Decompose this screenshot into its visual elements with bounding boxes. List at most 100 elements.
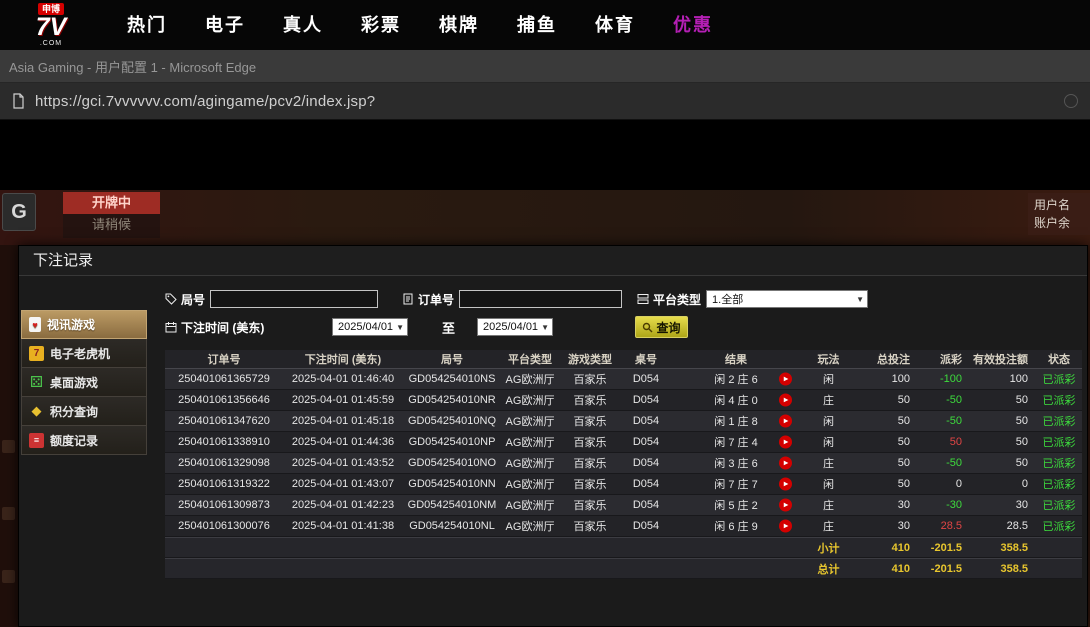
filter-row-2: 下注时间 (美东) 2025/04/01 ▼ 至 202 (165, 316, 1082, 338)
dialog-main: 局号 订单号 (147, 276, 1088, 625)
window-title: Asia Gaming - 用户配置 1 - Microsoft Edge (9, 57, 256, 76)
nav-item-2[interactable]: 电子 (186, 0, 264, 50)
address-bar: https://gci.7vvvvvv.com/agingame/pcv2/in… (0, 83, 1090, 120)
url-text[interactable]: https://gci.7vvvvvv.com/agingame/pcv2/in… (35, 93, 1064, 110)
order-label: 订单号 (402, 291, 454, 308)
cell-table_no: D054 (621, 436, 671, 448)
result-text: 闲 2 庄 6 (714, 374, 757, 386)
date-to-select[interactable]: 2025/04/01 ▼ (477, 318, 553, 336)
nav-item-6[interactable]: 捕鱼 (498, 0, 576, 50)
video-replay-icon[interactable]: ▶ (779, 499, 792, 512)
platform-select-value: 1.全部 (712, 291, 743, 307)
video-replay-icon[interactable]: ▶ (779, 373, 792, 386)
cell-play: 庄 (801, 518, 856, 534)
table-status: 开牌中 请稍候 (63, 192, 160, 238)
sidebar-item-5[interactable]: ≡额度记录 (21, 426, 147, 455)
cell-payout: -30 (918, 499, 970, 511)
cell-valid_bet: 100 (970, 373, 1036, 385)
sidebar-item-4[interactable]: ◆积分查询 (21, 397, 147, 426)
cell-platform: AG欧洲厅 (501, 476, 559, 492)
cell-table_no: D054 (621, 478, 671, 490)
cell-platform: AG欧洲厅 (501, 518, 559, 534)
table-row: 2504010613657292025-04-01 01:46:40GD0542… (165, 369, 1082, 390)
result-text: 闲 5 庄 2 (714, 500, 757, 512)
video-replay-icon[interactable]: ▶ (779, 520, 792, 533)
nav-item-4[interactable]: 彩票 (342, 0, 420, 50)
date-from-value: 2025/04/01 (338, 321, 393, 333)
video-replay-icon[interactable]: ▶ (779, 415, 792, 428)
cell-valid_bet: 28.5 (970, 520, 1036, 532)
platform-select[interactable]: 1.全部 ▼ (706, 290, 868, 308)
platform-icon (637, 293, 649, 305)
cell-game: 百家乐 (559, 455, 621, 471)
bet-time-label-text: 下注时间 (美东) (181, 319, 264, 336)
site-logo[interactable]: 申博 7V .COM (20, 3, 82, 47)
summary-label: 总计 (801, 561, 856, 577)
nav-item-1[interactable]: 热门 (108, 0, 186, 50)
slot-icon: 7 (29, 346, 44, 361)
cell-payout: -50 (918, 457, 970, 469)
cell-platform: AG欧洲厅 (501, 392, 559, 408)
browser-action-icon[interactable] (1064, 94, 1078, 108)
video-replay-icon[interactable]: ▶ (779, 478, 792, 491)
cell-order_id: 250401061347620 (165, 415, 283, 427)
nav-item-3[interactable]: 真人 (264, 0, 342, 50)
column-header-round_id: 局号 (403, 351, 501, 367)
window-title-bar: Asia Gaming - 用户配置 1 - Microsoft Edge (0, 50, 1090, 83)
chevron-down-icon: ▼ (541, 323, 549, 332)
bet-time-filter: 下注时间 (美东) (165, 316, 264, 338)
sidebar-item-3[interactable]: ⚄ 桌面游戏 (21, 368, 147, 397)
round-input[interactable] (210, 290, 378, 308)
cell-play: 庄 (801, 455, 856, 471)
cell-status: 已派彩 (1036, 392, 1082, 408)
ledger-icon: ≡ (29, 433, 44, 448)
top-nav: 申博 7V .COM 热门电子真人彩票棋牌捕鱼体育优惠 (0, 0, 1090, 50)
cell-order_id: 250401061319322 (165, 478, 283, 490)
sidebar-item-label: 电子老虎机 (50, 345, 110, 362)
cell-result: 闲 3 庄 6▶ (671, 455, 801, 471)
dice-icon: ⚄ (29, 375, 44, 390)
cell-result: 闲 4 庄 0▶ (671, 392, 801, 408)
cell-total_bet: 100 (856, 373, 918, 385)
page-icon (10, 93, 26, 109)
order-label-text: 订单号 (418, 291, 454, 308)
search-button[interactable]: 查询 (635, 316, 688, 338)
balance-label: 账户余 (1034, 214, 1090, 232)
cell-round_id: GD054254010NP (403, 436, 501, 448)
video-replay-icon[interactable]: ▶ (779, 436, 792, 449)
cell-status: 已派彩 (1036, 434, 1082, 450)
order-input[interactable] (459, 290, 622, 308)
sidebar-item-2[interactable]: 7 电子老虎机 (21, 339, 147, 368)
nav-item-7[interactable]: 体育 (576, 0, 654, 50)
search-icon (642, 322, 653, 333)
summary-payout: -201.5 (918, 542, 970, 554)
platform-label: 平台类型 (637, 291, 701, 308)
calendar-icon (165, 321, 177, 333)
result-text: 闲 7 庄 7 (714, 479, 757, 491)
cell-total_bet: 50 (856, 415, 918, 427)
cell-status: 已派彩 (1036, 413, 1082, 429)
result-text: 闲 1 庄 8 (714, 416, 757, 428)
date-to-value: 2025/04/01 (483, 321, 538, 333)
table-row: 2504010613476202025-04-01 01:45:18GD0542… (165, 411, 1082, 432)
cell-play: 庄 (801, 497, 856, 513)
cell-bet_time: 2025-04-01 01:44:36 (283, 436, 403, 448)
cell-status: 已派彩 (1036, 476, 1082, 492)
sidebar-item-label: 桌面游戏 (50, 374, 98, 391)
cell-game: 百家乐 (559, 392, 621, 408)
video-replay-icon[interactable]: ▶ (779, 457, 792, 470)
video-replay-icon[interactable]: ▶ (779, 394, 792, 407)
top-nav-items: 热门电子真人彩票棋牌捕鱼体育优惠 (108, 0, 732, 50)
date-from-select[interactable]: 2025/04/01 ▼ (332, 318, 408, 336)
cell-total_bet: 50 (856, 457, 918, 469)
column-header-valid_bet: 有效投注额 (970, 351, 1036, 367)
cell-round_id: GD054254010NN (403, 478, 501, 490)
table-body: 2504010613657292025-04-01 01:46:40GD0542… (165, 369, 1082, 579)
cell-table_no: D054 (621, 457, 671, 469)
nav-item-5[interactable]: 棋牌 (420, 0, 498, 50)
dialog-sidebar: ♥视讯游戏 7 电子老虎机 ⚄ 桌面游戏 ◆积分查询≡额度记录 (19, 276, 147, 625)
round-label: 局号 (165, 291, 205, 308)
nav-item-8[interactable]: 优惠 (654, 0, 732, 50)
sidebar-item-1[interactable]: ♥视讯游戏 (21, 310, 147, 339)
cell-platform: AG欧洲厅 (501, 455, 559, 471)
